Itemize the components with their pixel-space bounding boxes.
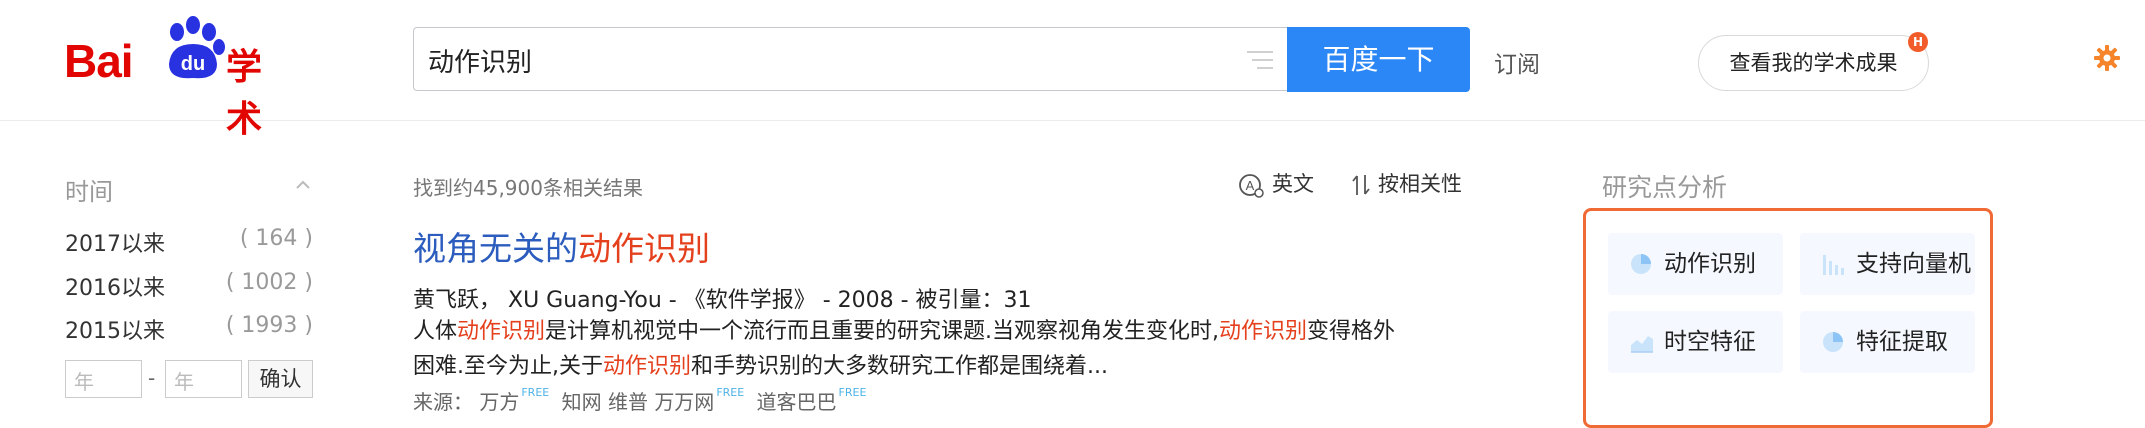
sort-label: 按相关性	[1378, 172, 1462, 196]
research-points-title: 研究点分析	[1602, 173, 1728, 202]
free-badge: FREE	[521, 386, 550, 399]
year-filter-2016[interactable]: 2016以来 ( 1002 )	[65, 270, 317, 302]
source-link[interactable]: 知网	[562, 390, 602, 414]
logo-bai-text: Bai	[64, 35, 134, 87]
year-filter-label: 2015以来	[65, 319, 165, 344]
year-confirm-button[interactable]: 确认	[248, 360, 313, 398]
year-filter-count: ( 1993 )	[225, 313, 313, 338]
research-point-label: 特征提取	[1856, 329, 1948, 355]
baidu-xueshu-logo[interactable]: Bai du 学术	[62, 16, 282, 140]
english-toggle-label: 英文	[1272, 172, 1314, 196]
research-point-label: 支持向量机	[1856, 251, 1971, 277]
time-filter-label: 时间	[65, 178, 113, 206]
year-filter-label: 2017以来	[65, 232, 165, 257]
abstract-highlight: 动作识别	[1219, 319, 1308, 344]
research-point-item[interactable]: 特征提取	[1800, 311, 1975, 373]
search-input[interactable]: 动作识别	[413, 27, 1287, 91]
year-range-dash: -	[148, 366, 156, 390]
pie-chart-icon	[1823, 332, 1843, 352]
year-from-input[interactable]: 年	[65, 360, 142, 398]
search-button[interactable]: 百度一下	[1287, 27, 1470, 92]
result-count: 找到约45,900条相关结果	[413, 176, 643, 200]
result-title-text: 视角无关的	[413, 229, 578, 268]
area-chart-icon	[1631, 336, 1653, 353]
source-link[interactable]: 维普	[608, 390, 648, 414]
chevron-up-icon[interactable]	[296, 180, 310, 190]
abstract-text: 是计算机视觉中一个流行而且重要的研究课题.当观察视角发生变化时,	[545, 319, 1220, 344]
english-toggle[interactable]: A 英文	[1238, 168, 1314, 198]
research-point-item[interactable]: 时空特征	[1608, 311, 1783, 373]
result-abstract-line2: 困难.至今为止,关于动作识别和手势识别的大多数研究工作都是围绕着...	[413, 350, 1473, 384]
bar-chart-icon	[1823, 255, 1844, 275]
abstract-text: 和手势识别的大多数研究工作都是围绕着...	[691, 354, 1108, 379]
svg-text:A: A	[1246, 178, 1255, 193]
research-point-label: 动作识别	[1664, 251, 1756, 277]
source-link[interactable]: 道客巴巴	[757, 390, 837, 414]
result-meta: 黄飞跃， XU Guang-You - 《软件学报》 - 2008 - 被引量：…	[413, 288, 1032, 313]
abstract-text: 困难.至今为止,关于	[413, 354, 603, 379]
result-abstract-line1: 人体动作识别是计算机视觉中一个流行而且重要的研究课题.当观察视角发生变化时,动作…	[413, 315, 1473, 349]
source-link[interactable]: 万万网	[654, 390, 714, 414]
result-title-link[interactable]: 视角无关的动作识别	[413, 222, 710, 270]
abstract-text: 人体	[413, 319, 458, 344]
abstract-text: 变得格外	[1307, 319, 1396, 344]
logo-du-text: du	[181, 53, 205, 75]
year-to-input[interactable]: 年	[165, 360, 242, 398]
h-badge: H	[1908, 32, 1928, 52]
research-points-panel: 动作识别 支持向量机 时空特征 特征提取	[1583, 208, 1993, 428]
source-link[interactable]: 万方	[479, 390, 519, 414]
sort-by-relevance[interactable]: 按相关性	[1352, 168, 1462, 198]
research-point-label: 时空特征	[1664, 329, 1756, 355]
year-filter-count: ( 1002 )	[225, 270, 313, 295]
result-title-highlight: 动作识别	[578, 229, 710, 268]
pie-chart-icon	[1631, 254, 1651, 274]
filter-lines-icon[interactable]	[1245, 46, 1275, 74]
abstract-highlight: 动作识别	[457, 319, 546, 344]
research-point-item[interactable]: 动作识别	[1608, 233, 1783, 295]
source-prefix: 来源：	[413, 390, 473, 414]
logo-xueshu-text: 学术	[226, 47, 263, 140]
paw-logo-icon: du	[169, 16, 225, 79]
header: Bai du 学术 动作识别 百度一下 订阅 查看我的学术成果 H	[0, 0, 2145, 140]
abstract-highlight: 动作识别	[603, 354, 692, 379]
year-filter-label: 2016以来	[65, 276, 165, 301]
year-filter-2017[interactable]: 2017以来 ( 164 )	[65, 226, 317, 258]
sort-icon	[1352, 175, 1370, 195]
search-query-text: 动作识别	[428, 48, 533, 78]
result-sources: 来源： 万方 FREE 知网 维普 万万网 FREE 道客巴巴 FREE	[413, 386, 872, 415]
my-achievements-button[interactable]: 查看我的学术成果	[1698, 35, 1929, 91]
subscribe-link[interactable]: 订阅	[1494, 45, 1540, 79]
free-badge: FREE	[838, 386, 867, 399]
year-filter-2015[interactable]: 2015以来 ( 1993 )	[65, 313, 317, 345]
gear-icon[interactable]	[2093, 44, 2121, 72]
translate-icon: A	[1239, 174, 1264, 198]
year-filter-count: ( 164 )	[239, 226, 313, 251]
research-point-item[interactable]: 支持向量机	[1800, 233, 1975, 295]
free-badge: FREE	[716, 386, 745, 399]
